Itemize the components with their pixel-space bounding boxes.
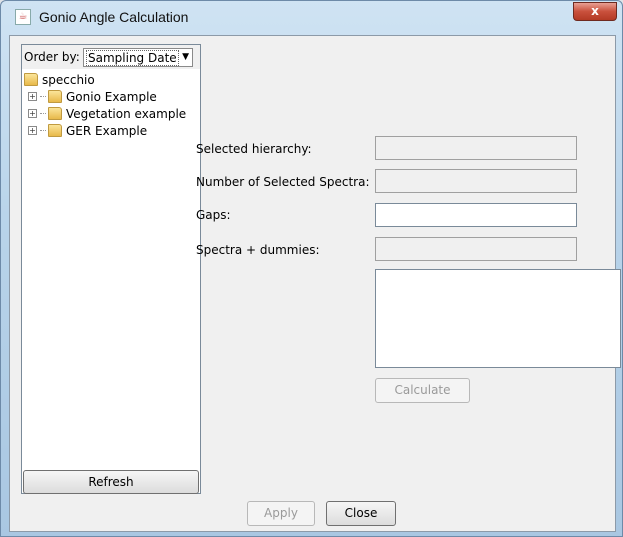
close-window-button[interactable]: x xyxy=(573,2,617,21)
apply-button[interactable]: Apply xyxy=(247,501,315,526)
calculate-button[interactable]: Calculate xyxy=(375,378,470,403)
order-by-value: Sampling Date xyxy=(86,50,179,66)
selected-hierarchy-field xyxy=(375,136,577,160)
output-text-area[interactable] xyxy=(375,269,621,368)
gaps-input[interactable] xyxy=(375,203,577,227)
tree-connector xyxy=(40,130,46,131)
tree-item-label: GER Example xyxy=(66,123,148,138)
tree-connector xyxy=(40,96,46,97)
title-bar[interactable]: ☕ Gonio Angle Calculation x xyxy=(1,1,623,35)
tree-root[interactable]: specchio xyxy=(24,71,95,88)
gaps-label: Gaps: xyxy=(196,208,231,222)
folder-icon xyxy=(48,107,62,120)
order-by-select[interactable]: Sampling Date ▼ xyxy=(83,48,193,67)
tree-item-label: Gonio Example xyxy=(66,89,157,104)
tree-item-label: Vegetation example xyxy=(66,106,187,121)
tree-root-label: specchio xyxy=(42,72,95,87)
chevron-down-icon[interactable]: ▼ xyxy=(182,52,189,62)
hierarchy-panel: Order by: Sampling Date ▼ specchio + Gon… xyxy=(21,44,201,494)
folder-icon xyxy=(48,124,62,137)
client-area: Order by: Sampling Date ▼ specchio + Gon… xyxy=(9,35,621,532)
spectra-dummies-field xyxy=(375,237,577,261)
expand-icon[interactable]: + xyxy=(28,92,37,101)
folder-icon xyxy=(48,90,62,103)
folder-icon xyxy=(24,73,38,86)
expand-icon[interactable]: + xyxy=(28,126,37,135)
order-by-label: Order by: xyxy=(24,50,80,64)
java-cup-icon: ☕ xyxy=(15,9,31,25)
window-title: Gonio Angle Calculation xyxy=(39,9,189,25)
tree-connector xyxy=(40,113,46,114)
tree-item-ger[interactable]: + GER Example xyxy=(28,122,147,139)
tree-item-vegetation[interactable]: + Vegetation example xyxy=(28,105,186,122)
num-selected-label: Number of Selected Spectra: xyxy=(196,175,370,189)
tree-item-gonio[interactable]: + Gonio Example xyxy=(28,88,157,105)
close-button[interactable]: Close xyxy=(326,501,396,526)
dialog-window: ☕ Gonio Angle Calculation x Order by: Sa… xyxy=(0,0,623,537)
expand-icon[interactable]: + xyxy=(28,109,37,118)
order-by-bar: Order by: Sampling Date ▼ xyxy=(22,45,200,69)
num-selected-field xyxy=(375,169,577,193)
selected-hierarchy-label: Selected hierarchy: xyxy=(196,142,312,156)
refresh-button[interactable]: Refresh xyxy=(23,470,199,494)
spectra-dummies-label: Spectra + dummies: xyxy=(196,243,320,257)
